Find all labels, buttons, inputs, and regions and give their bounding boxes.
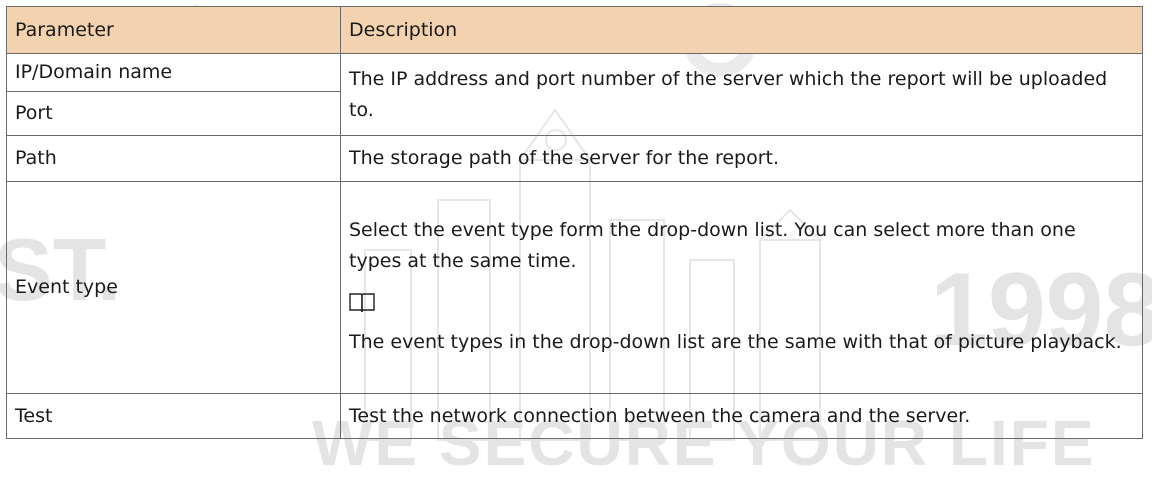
desc-event-type-note: The event types in the drop-down list ar…	[349, 331, 1122, 353]
desc-test: Test the network connection between the …	[340, 393, 1143, 439]
parameter-table: Parameter Description IP/Domain name The…	[6, 6, 1143, 439]
book-icon	[349, 291, 375, 313]
param-path: Path	[6, 135, 341, 182]
param-test: Test	[6, 393, 341, 439]
desc-event-type-intro: Select the event type form the drop-down…	[349, 219, 1076, 272]
param-port: Port	[6, 91, 341, 136]
param-event-type: Event type	[6, 181, 341, 394]
desc-path: The storage path of the server for the r…	[340, 135, 1143, 182]
table-row-path: Path The storage path of the server for …	[6, 135, 1143, 182]
table-row-test: Test Test the network connection between…	[6, 393, 1143, 439]
desc-event-type-cell: Select the event type form the drop-down…	[340, 181, 1143, 394]
header-parameter: Parameter	[6, 6, 341, 54]
desc-ip-port: The IP address and port number of the se…	[340, 53, 1143, 136]
table-header-row: Parameter Description	[6, 6, 1143, 54]
table-row-ip-domain: IP/Domain name The IP address and port n…	[6, 53, 1143, 136]
param-ip-domain: IP/Domain name	[6, 53, 341, 92]
header-description: Description	[340, 6, 1143, 54]
table-row-event-type: Event type Select the event type form th…	[6, 181, 1143, 394]
